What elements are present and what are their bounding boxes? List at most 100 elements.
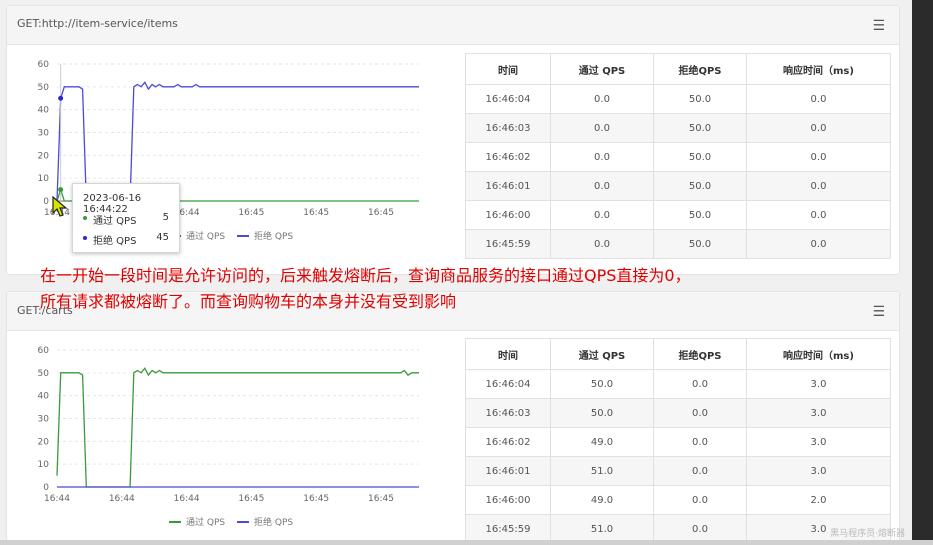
table-cell: 3.0 [746, 369, 891, 399]
legend-label[interactable]: 通过 QPS [186, 230, 225, 242]
y-tick-label: 40 [38, 106, 50, 116]
x-tick-label: 16:45 [303, 494, 329, 504]
col-header-block-qps: 拒绝QPS [653, 53, 747, 85]
table-cell: 16:46:00 [465, 200, 551, 230]
x-tick-label: 16:45 [238, 494, 264, 504]
table-row: 16:46:04 50.0 0.0 3.0 [465, 369, 891, 399]
table-cell: 50.0 [550, 369, 654, 399]
qps-table: 时间 通过 QPS 拒绝QPS 响应时间（ms) 16:46:04 50.0 0.0… [465, 338, 891, 544]
y-tick-label: 50 [38, 369, 50, 379]
x-tick-label: 16:44 [109, 494, 135, 504]
table-row: 16:46:02 49.0 0.0 3.0 [465, 427, 891, 457]
table-row: 16:46:01 51.0 0.0 3.0 [465, 456, 891, 486]
col-header-response-time: 响应时间（ms) [746, 53, 891, 85]
table-cell: 0.0 [653, 427, 747, 457]
chart-tooltip: 2023-06-16 16:44:22 通过 QPS 5 拒绝 QPS 45 [72, 183, 180, 253]
table-cell: 16:46:04 [465, 369, 551, 399]
series-dot-icon [83, 216, 87, 220]
table-cell: 0.0 [550, 200, 654, 230]
x-tick-label: 16:45 [368, 494, 394, 504]
table-cell: 16:46:00 [465, 485, 551, 515]
qps-line-chart[interactable]: 0 10 20 30 40 50 60 16:44 16:44 16:44 16:45 16:45 16… [11, 332, 431, 542]
mouse-cursor-icon [52, 196, 68, 217]
legend-label[interactable]: 拒绝 QPS [254, 516, 293, 528]
y-tick-label: 60 [38, 346, 50, 356]
window-edge [912, 0, 933, 545]
table-row: 16:46:00 49.0 0.0 2.0 [465, 485, 891, 515]
table-cell: 0.0 [550, 171, 654, 201]
y-tick-label: 10 [38, 460, 50, 470]
y-tick-label: 0 [43, 483, 49, 493]
col-header-time: 时间 [465, 338, 551, 370]
y-tick-label: 60 [38, 60, 50, 70]
table-cell: 3.0 [746, 398, 891, 428]
table-cell: 3.0 [746, 427, 891, 457]
table-cell: 50.0 [653, 142, 747, 172]
table-cell: 0.0 [746, 84, 891, 114]
table-cell: 2.0 [746, 485, 891, 515]
table-row: 16:46:00 0.0 50.0 0.0 [465, 200, 891, 230]
hover-point [58, 187, 64, 193]
y-tick-label: 30 [38, 129, 50, 139]
hamburger-menu-icon[interactable]: ☰ [872, 304, 885, 320]
table-cell: 0.0 [653, 398, 747, 428]
tooltip-value: 45 [156, 232, 169, 243]
y-tick-label: 30 [38, 415, 50, 425]
table-cell: 0.0 [746, 142, 891, 172]
table-cell: 49.0 [550, 485, 654, 515]
y-tick-label: 50 [38, 83, 50, 93]
col-header-time: 时间 [465, 53, 551, 85]
table-cell: 0.0 [550, 113, 654, 143]
legend-label[interactable]: 拒绝 QPS [254, 230, 293, 242]
table-row: 16:46:03 50.0 0.0 3.0 [465, 398, 891, 428]
table-cell: 50.0 [653, 113, 747, 143]
table-cell: 0.0 [746, 229, 891, 259]
series-dot-icon [83, 236, 87, 240]
x-tick-label: 16:44 [44, 494, 70, 504]
hamburger-menu-icon[interactable]: ☰ [872, 18, 885, 34]
table-cell: 50.0 [653, 229, 747, 259]
table-cell: 16:46:01 [465, 171, 551, 201]
col-header-block-qps: 拒绝QPS [653, 338, 747, 370]
bottom-scrollbar[interactable] [0, 540, 933, 545]
table-cell: 16:46:02 [465, 142, 551, 172]
y-tick-label: 40 [38, 392, 50, 402]
col-header-pass-qps: 通过 QPS [550, 338, 654, 370]
table-cell: 0.0 [653, 485, 747, 515]
table-row: 16:45:59 0.0 50.0 0.0 [465, 229, 891, 259]
table-row: 16:46:01 0.0 50.0 0.0 [465, 171, 891, 201]
table-cell: 0.0 [550, 142, 654, 172]
tooltip-label: 拒绝 QPS [93, 236, 137, 247]
y-tick-label: 10 [38, 174, 50, 184]
table-cell: 0.0 [653, 456, 747, 486]
table-cell: 0.0 [746, 113, 891, 143]
table-cell: 50.0 [653, 171, 747, 201]
watermark: 黑马程序员·熔断器 [830, 529, 905, 539]
tooltip-value: 5 [162, 212, 169, 223]
table-cell: 50.0 [653, 84, 747, 114]
table-cell: 0.0 [653, 369, 747, 399]
y-tick-label: 20 [38, 151, 50, 161]
table-cell: 3.0 [746, 456, 891, 486]
table-cell: 16:46:01 [465, 456, 551, 486]
table-cell: 16:45:59 [465, 229, 551, 259]
panel-carts: GET:/carts ☰ 0 10 20 30 40 50 60 16:44 16:44 16:4… [6, 291, 900, 544]
table-cell: 50.0 [550, 398, 654, 428]
table-cell: 16:46:04 [465, 84, 551, 114]
qps-table: 时间 通过 QPS 拒绝QPS 响应时间（ms) 16:46:04 0.0 50.0… [465, 53, 891, 259]
x-tick-label: 16:45 [368, 208, 394, 218]
annotation-line-1: 在一开始一段时间是允许访问的，后来触发熔断后，查询商品服务的接口通过QPS直接为… [40, 266, 691, 285]
table-cell: 0.0 [550, 84, 654, 114]
table-cell: 0.0 [746, 171, 891, 201]
table-row: 16:46:04 0.0 50.0 0.0 [465, 84, 891, 114]
table-row: 16:46:02 0.0 50.0 0.0 [465, 142, 891, 172]
table-cell: 16:46:03 [465, 113, 551, 143]
legend-label[interactable]: 通过 QPS [186, 516, 225, 528]
table-row: 16:46:03 0.0 50.0 0.0 [465, 113, 891, 143]
panel-header: GET:http://item-service/items ☰ [7, 6, 899, 45]
x-tick-label: 16:45 [238, 208, 264, 218]
x-tick-label: 16:44 [174, 494, 200, 504]
table-cell: 16:46:03 [465, 398, 551, 428]
hover-point [58, 95, 64, 101]
col-header-pass-qps: 通过 QPS [550, 53, 654, 85]
